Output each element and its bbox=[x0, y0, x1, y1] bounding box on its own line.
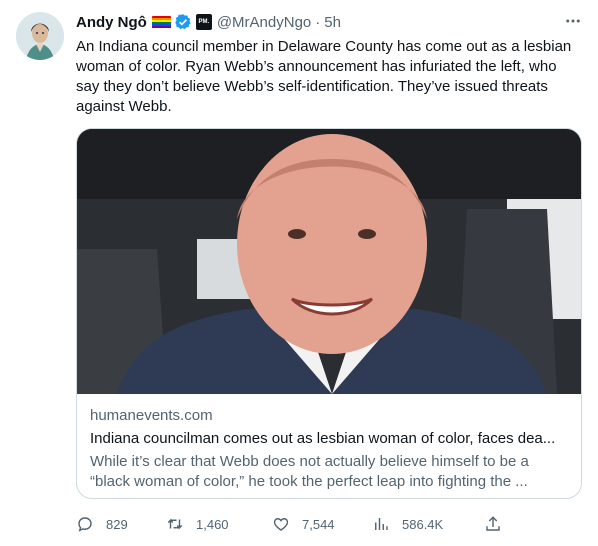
like-icon bbox=[273, 518, 289, 531]
card-domain: humanevents.com bbox=[90, 407, 213, 424]
reply-button[interactable]: 829 bbox=[76, 512, 128, 536]
card-meta: humanevents.com Indiana councilman comes… bbox=[90, 407, 570, 492]
more-icon bbox=[566, 19, 580, 23]
tweet[interactable]: Andy Ngô PM. @MrAndyNgo · 5h An Indiana … bbox=[0, 0, 598, 546]
more-button[interactable] bbox=[562, 10, 584, 32]
card-description: While it’s clear that Webb does not actu… bbox=[90, 453, 529, 490]
retweet-button[interactable]: 1,460 bbox=[166, 512, 229, 536]
link-card[interactable]: humanevents.com Indiana councilman comes… bbox=[76, 128, 582, 499]
reply-count: 829 bbox=[106, 516, 128, 532]
share-icon bbox=[486, 516, 500, 531]
like-button[interactable]: 7,544 bbox=[272, 512, 335, 536]
reply-icon bbox=[78, 517, 92, 532]
separator-dot: · bbox=[315, 13, 321, 31]
views-icon bbox=[375, 518, 388, 530]
verified-icon[interactable] bbox=[174, 13, 192, 31]
author-handle[interactable]: @MrAndyNgo bbox=[217, 14, 311, 31]
retweet-count: 1,460 bbox=[196, 516, 229, 532]
avatar[interactable] bbox=[16, 12, 64, 60]
retweet-icon bbox=[167, 518, 183, 530]
tweet-text-body: An Indiana council member in Delaware Co… bbox=[76, 38, 572, 115]
like-count: 7,544 bbox=[302, 516, 335, 532]
share-button[interactable] bbox=[484, 512, 514, 536]
author-name[interactable]: Andy Ngô bbox=[76, 14, 147, 31]
card-title[interactable]: Indiana councilman comes out as lesbian … bbox=[90, 429, 570, 449]
timestamp[interactable]: 5h bbox=[324, 14, 341, 31]
card-image[interactable] bbox=[77, 129, 581, 394]
affiliate-badge[interactable]: PM. bbox=[195, 14, 212, 30]
views-count: 586.4K bbox=[402, 516, 444, 532]
action-bar: 829 1,460 7,544 586.4K bbox=[76, 512, 582, 536]
tweet-text: An Indiana council member in Delaware Co… bbox=[76, 37, 576, 117]
views-button[interactable]: 586.4K bbox=[372, 512, 443, 536]
rainbow-flag-icon bbox=[151, 15, 171, 29]
tweet-header: Andy Ngô PM. @MrAndyNgo · 5h bbox=[76, 12, 341, 32]
